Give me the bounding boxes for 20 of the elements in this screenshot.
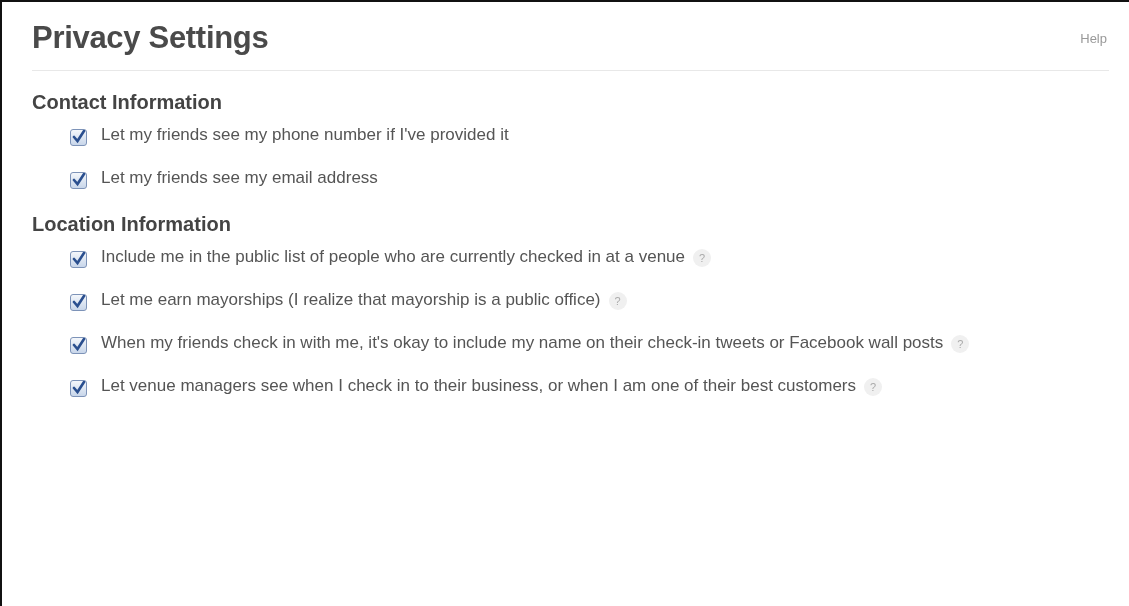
checkbox[interactable]	[70, 380, 87, 397]
section-heading: Contact Information	[32, 91, 223, 114]
option-label: Let venue managers see when I check in to their business, or when I am one of their best customers ?	[101, 371, 882, 401]
option-label: Let my friends see my email address	[101, 167, 378, 189]
option-label: Include me in the public list of people who are currently checked in at a venue ?	[101, 242, 711, 272]
help-link[interactable]: Help	[1080, 30, 1107, 46]
help-hint[interactable]: ?	[608, 291, 627, 310]
checkbox[interactable]	[70, 129, 87, 146]
page-title: Privacy Settings	[32, 20, 269, 56]
help-hint[interactable]: ?	[864, 377, 882, 396]
help-hint[interactable]: ?	[693, 248, 711, 267]
option-label: When my friends check in with me, it's okay to include my name on their check-in tweets or Facebook wall posts ?	[101, 328, 970, 358]
section-heading: Location Information	[32, 213, 232, 236]
option-label: Let me earn mayorships (I realize that mayorship is a public office) ?	[101, 285, 627, 315]
option-label: Let my friends see my phone number if I've provided it	[101, 124, 509, 146]
checkbox[interactable]	[70, 294, 87, 311]
checkbox[interactable]	[70, 172, 87, 189]
checkbox[interactable]	[70, 337, 87, 354]
help-hint[interactable]: ?	[951, 334, 970, 353]
checkbox[interactable]	[70, 251, 87, 268]
